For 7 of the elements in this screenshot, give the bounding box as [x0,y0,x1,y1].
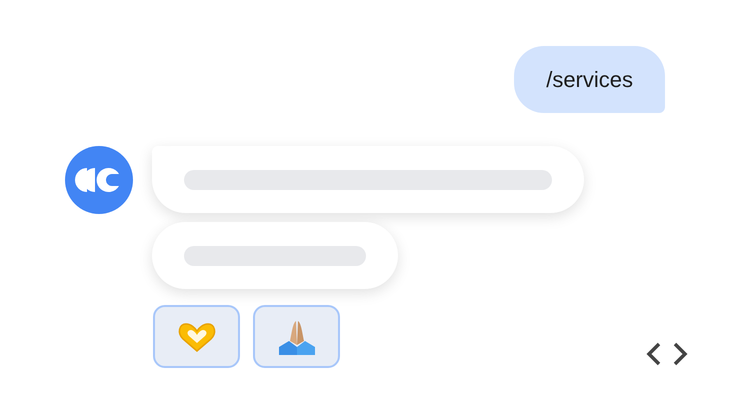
avatar-logo-icon [65,146,133,214]
heart-hands-button[interactable] [153,305,240,368]
message-bubble: /services [514,46,665,113]
praying-hands-button[interactable] [253,305,340,368]
code-icon[interactable] [645,342,689,366]
heart-hands-icon [176,320,216,352]
praying-hands-icon [276,318,316,354]
